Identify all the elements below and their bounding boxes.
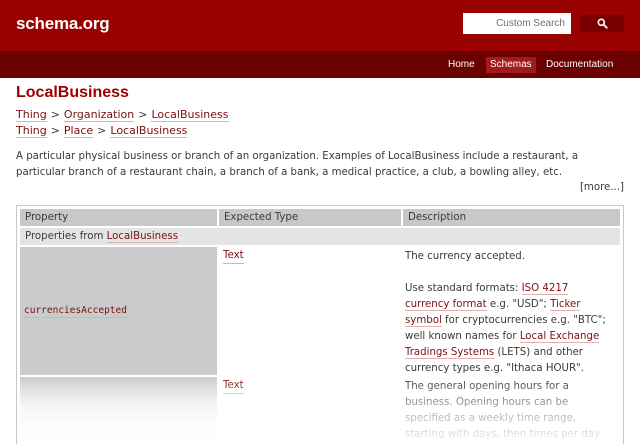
property-description-detail: Use standard formats: ISO 4217 currency … (405, 281, 611, 377)
breadcrumb-link-localbusiness[interactable]: LocalBusiness (110, 124, 188, 138)
search-button[interactable] (580, 15, 624, 32)
search-input[interactable]: Custom Search (463, 13, 571, 34)
breadcrumb: Thing > Organization > LocalBusiness (16, 107, 229, 123)
description-text: Use standard formats: (405, 283, 522, 294)
properties-table: Property Expected Type Description Prope… (16, 205, 624, 444)
breadcrumb: Thing > Place > LocalBusiness (16, 123, 188, 139)
breadcrumb-link-localbusiness[interactable]: LocalBusiness (151, 108, 229, 122)
column-header-property: Property (20, 209, 217, 226)
site-header: schema.org Custom Search (0, 0, 640, 51)
column-header-description: Description (403, 209, 620, 226)
expected-type-cell: Text (219, 377, 401, 444)
breadcrumb-link-thing[interactable]: Thing (16, 108, 47, 122)
expected-type-link[interactable]: Text (223, 379, 244, 394)
property-group-header: Properties from LocalBusiness (20, 228, 620, 245)
breadcrumb-separator: > (50, 124, 60, 137)
property-name-link[interactable]: currenciesAccepted (24, 304, 127, 318)
table-row (20, 377, 217, 444)
nav-home[interactable]: Home (444, 57, 479, 73)
breadcrumb-separator: > (97, 124, 107, 137)
nav-documentation[interactable]: Documentation (542, 57, 617, 73)
search-icon (597, 18, 608, 29)
property-description: The currency accepted. (405, 251, 525, 262)
breadcrumb-separator: > (50, 108, 60, 121)
group-label: Properties from (25, 231, 107, 242)
column-header-expected-type: Expected Type (219, 209, 401, 226)
main-nav: Home Schemas Documentation (0, 51, 640, 78)
expected-type-cell: Text (219, 247, 401, 375)
nav-schemas[interactable]: Schemas (486, 57, 536, 73)
breadcrumb-link-place[interactable]: Place (63, 124, 94, 138)
breadcrumb-separator: > (138, 108, 148, 121)
breadcrumb-link-thing[interactable]: Thing (16, 124, 47, 138)
more-link[interactable]: [more...] (580, 181, 624, 195)
table-row: currenciesAccepted (20, 247, 217, 375)
property-description: The general opening hours for a business… (405, 381, 602, 440)
description-text: e.g. "USD"; (486, 299, 551, 310)
expected-type-link[interactable]: Text (223, 249, 244, 264)
description-cell: The general opening hours for a business… (403, 377, 620, 444)
description-cell: The currency accepted. Use standard form… (403, 247, 620, 375)
breadcrumb-link-organization[interactable]: Organization (63, 108, 135, 122)
type-description: A particular physical business or branch… (16, 151, 579, 178)
site-logo[interactable]: schema.org (16, 14, 110, 34)
page-title: LocalBusiness (16, 84, 129, 101)
group-link-localbusiness[interactable]: LocalBusiness (106, 231, 178, 243)
